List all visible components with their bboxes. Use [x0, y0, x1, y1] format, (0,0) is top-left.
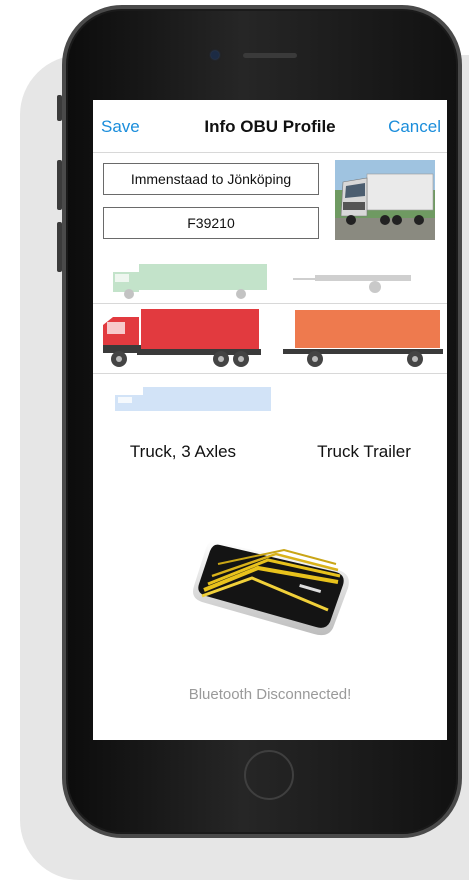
app-screen: Save Info OBU Profile Cancel Immenstaad … [93, 100, 447, 740]
bluetooth-status: Bluetooth Disconnected! [188, 686, 352, 703]
front-camera [211, 51, 219, 59]
light-trailer-option[interactable] [293, 265, 413, 297]
route-field[interactable]: Immenstaad to Jönköping [103, 163, 319, 195]
selected-trailer-label: Truck Trailer [317, 442, 411, 461]
truck-3-axles-option[interactable] [101, 307, 261, 369]
selected-vehicle-label: Truck, 3 Axles [129, 442, 237, 461]
truck-4-axles-option[interactable] [113, 385, 273, 415]
selection-top-divider [93, 303, 447, 304]
cancel-button[interactable]: Cancel [388, 117, 441, 137]
navigation-bar: Save Info OBU Profile Cancel [93, 100, 447, 153]
truck-trailer-option[interactable] [283, 307, 443, 369]
selection-bottom-divider [93, 373, 447, 374]
vehicle-photo [335, 160, 435, 240]
plate-field[interactable]: F39210 [103, 207, 319, 239]
truck-2-axles-option[interactable] [111, 260, 271, 300]
obu-device-image [193, 540, 349, 636]
home-button[interactable] [244, 750, 294, 800]
earpiece-speaker [243, 53, 297, 58]
